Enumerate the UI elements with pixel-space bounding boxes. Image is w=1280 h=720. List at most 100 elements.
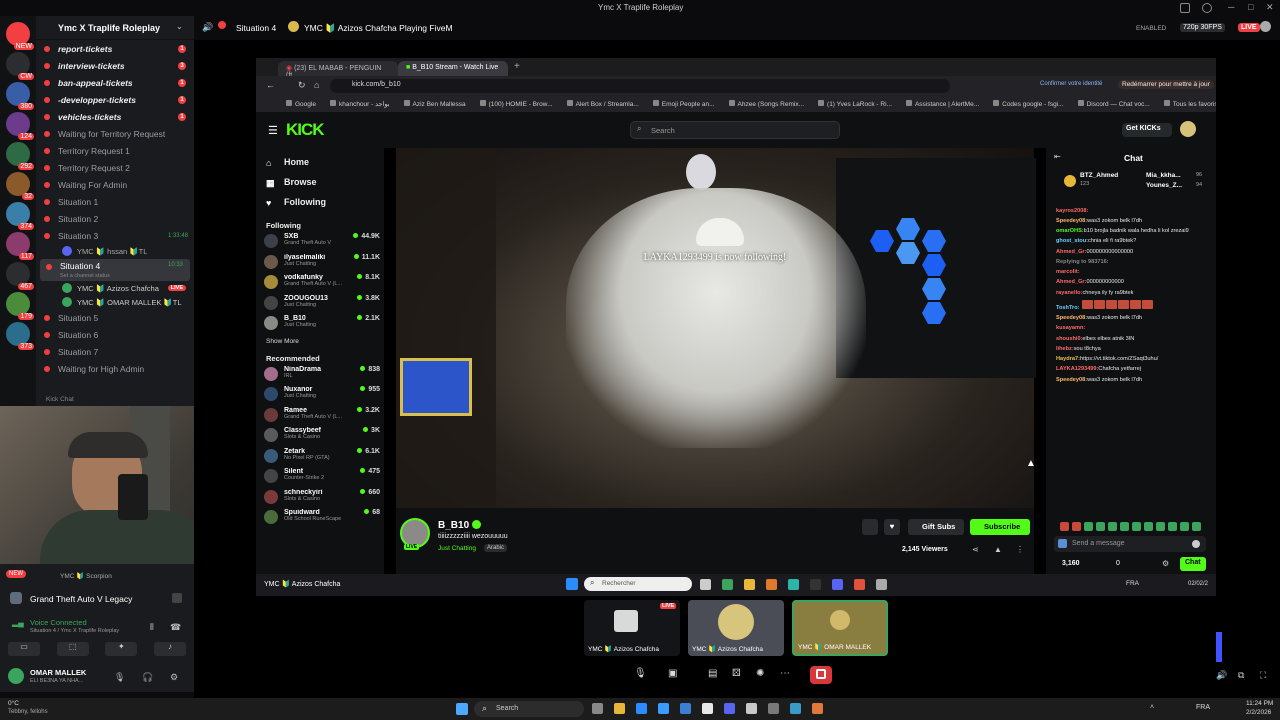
headset-icon[interactable]: 🎧 — [142, 672, 153, 683]
member-name[interactable]: YMC 🔰 Scorpion — [60, 572, 112, 580]
channel-list-item[interactable]: ilyaselmaliki Just Chatting 11.1K — [256, 253, 384, 274]
voice-member[interactable]: YMC 🔰 Azizos Chafcha LIVE — [36, 281, 194, 295]
clock-time[interactable]: 11:24 PM — [1246, 700, 1273, 707]
server-icon[interactable]: 380 — [6, 82, 34, 110]
chat-input[interactable]: Send a message — [1054, 536, 1206, 552]
collapse-chat-icon[interactable]: ⇤ — [1054, 152, 1061, 161]
channel-item[interactable]: Situation 3 1:33:48 — [36, 227, 194, 244]
emoji-icon[interactable] — [1058, 539, 1067, 548]
channel-list-item[interactable]: NinaDrama IRL 838 — [256, 365, 384, 386]
participant-tile[interactable]: YMC 🔰 Azizos Chafcha — [688, 600, 784, 656]
taskbar-app-icon[interactable] — [746, 703, 757, 714]
new-tab-button[interactable]: + — [514, 61, 520, 72]
gift-subs-button[interactable]: Gift Subs — [908, 519, 964, 535]
notify-bell-icon[interactable] — [862, 519, 878, 535]
server-icon[interactable]: 124 — [6, 112, 34, 140]
voice-location[interactable]: Situation 4 / Ymc X Traplife Roleplay — [30, 628, 119, 634]
more-icon[interactable]: ⋮ — [1016, 545, 1024, 554]
disconnect-icon[interactable]: ☎ — [170, 622, 181, 633]
fullscreen-icon[interactable]: ⛶ — [1260, 670, 1266, 681]
identity-prompt[interactable]: Confirmer votre identité — [1040, 81, 1102, 87]
soundboard-icon[interactable]: ✺ — [756, 668, 764, 679]
emote-icon[interactable] — [1084, 522, 1093, 531]
chat-username[interactable]: marcolit: — [1056, 269, 1080, 275]
soundboard-button[interactable]: ♪ — [153, 642, 186, 656]
nav-browse[interactable]: ▦ Browse — [256, 172, 384, 192]
channel-item[interactable]: vehicles-tickets 1 — [36, 108, 194, 125]
noise-icon[interactable]: ⫴ — [150, 622, 154, 633]
emote-icon[interactable] — [1192, 522, 1201, 531]
category-link[interactable]: Just Chatting — [438, 545, 476, 552]
subscribe-button[interactable]: Subscribe — [970, 519, 1030, 535]
chat-username[interactable]: Ahmed_Gr: — [1056, 249, 1086, 255]
server-icon[interactable]: 32 — [6, 172, 34, 200]
emote-icon[interactable] — [1096, 522, 1105, 531]
menu-icon[interactable]: ☰ — [268, 124, 278, 137]
close-button[interactable]: ✕ — [1266, 2, 1274, 13]
stream-video[interactable]: LAYKA1293499 is now following! ▲ — [396, 148, 1036, 508]
channel-list-item[interactable]: B_B10 Just Chatting 2.1K — [256, 314, 384, 335]
bookmark-item[interactable]: Assistance | AlertMe... — [905, 100, 979, 108]
chat-username[interactable]: Speedey08: — [1056, 218, 1087, 224]
user-name[interactable]: OMAR MALLEK — [30, 668, 86, 677]
chat-username[interactable]: Speedey08: — [1056, 377, 1087, 383]
screen-share-icon[interactable]: ▤ — [708, 668, 717, 679]
channel-item[interactable]: ban-appeal-tickets 1 — [36, 74, 194, 91]
channel-item[interactable]: report-tickets 1 — [36, 40, 194, 57]
chat-username[interactable]: Ahmed_Gr: — [1056, 279, 1086, 285]
channel-list-item[interactable]: ZOOUGOU13 Just Chatting 3.8K — [256, 294, 384, 315]
chat-username[interactable]: kayros2008: — [1056, 208, 1088, 214]
chat-send-button[interactable]: Chat — [1180, 557, 1206, 571]
activities-icon[interactable]: ⚄ — [732, 668, 741, 679]
bookmark-item[interactable]: Ahzee (Songs Remix... — [728, 100, 804, 108]
nav-following[interactable]: ♥ Following — [256, 192, 384, 212]
bookmark-item[interactable]: Google — [286, 100, 316, 108]
nav-home[interactable]: ⌂ Home — [256, 152, 384, 172]
more-icon[interactable]: ⋯ — [780, 668, 790, 679]
chat-username[interactable]: lihebz: — [1056, 346, 1074, 352]
participant-tile[interactable]: LIVE YMC 🔰 Azizos Chafcha — [584, 600, 680, 656]
channel-item[interactable]: interview-tickets 3 — [36, 57, 194, 74]
channel-item[interactable]: Waiting For Admin — [36, 176, 194, 193]
voice-member[interactable]: YMC 🔰 hssan 🔰TL — [36, 244, 194, 258]
address-input[interactable]: kick.com/b_b10 — [330, 79, 950, 93]
mic-icon[interactable]: 🎙 — [634, 668, 647, 679]
chat-username[interactable]: Replying to 983716: — [1056, 259, 1109, 265]
quality-badge[interactable]: 720p 30FPS — [1180, 23, 1225, 32]
inbox-icon[interactable] — [1180, 3, 1190, 13]
points-balance[interactable]: 3,160 — [1062, 560, 1080, 567]
channel-list-item[interactable]: Silent Counter-Strike 2 475 — [256, 467, 384, 488]
taskbar-app-icon[interactable] — [812, 703, 823, 714]
channel-list-item[interactable]: Nuxanor Just Chatting 955 — [256, 385, 384, 406]
back-icon[interactable]: ← — [266, 80, 275, 90]
channel-situation-4[interactable]: Situation 4 Set a channel status 10:33 — [40, 259, 190, 281]
game-settings-icon[interactable] — [172, 593, 182, 603]
language-tag[interactable]: Arabic — [484, 544, 508, 552]
volume-icon[interactable]: 🔊 — [1216, 670, 1227, 681]
maximize-button[interactable]: □ — [1248, 2, 1253, 12]
screen-share-button[interactable]: ⬚ — [56, 642, 89, 656]
taskbar-app-icon[interactable] — [614, 703, 625, 714]
participant-tile[interactable]: YMC 🔰 OMAR MALLEK — [792, 600, 888, 656]
chat-username[interactable]: LAYKA1293499: — [1056, 366, 1098, 372]
taskbar-app-icon[interactable] — [592, 703, 603, 714]
language-indicator[interactable]: FRA — [1196, 704, 1210, 711]
report-icon[interactable]: ▲ — [994, 545, 1002, 554]
chevron-up-icon[interactable]: ˄ — [1150, 704, 1154, 711]
channel-list-item[interactable]: Spuidward Old School RuneScape 68 — [256, 508, 384, 529]
kicks-balance[interactable]: 0 — [1116, 560, 1120, 567]
help-icon[interactable] — [1202, 3, 1212, 13]
emote-icon[interactable] — [1132, 522, 1141, 531]
taskbar-app-icon[interactable] — [636, 703, 647, 714]
share-icon[interactable]: ⋖ — [972, 545, 979, 554]
smile-icon[interactable] — [1192, 540, 1200, 548]
tab-kick[interactable]: ■ B_B10 Stream - Watch Live — [398, 61, 508, 76]
chat-username[interactable]: rayanello: — [1056, 290, 1082, 296]
server-icon[interactable]: NEW — [6, 22, 34, 50]
clock-date[interactable]: 2/2/2026 — [1246, 709, 1271, 716]
camera-button[interactable]: ▭ — [8, 642, 40, 656]
channel-item[interactable]: Territory Request 2 — [36, 159, 194, 176]
chat-username[interactable]: Speedey08: — [1056, 315, 1087, 321]
channel-item[interactable]: Situation 6 — [36, 326, 194, 343]
chat-username[interactable]: omarOHS: — [1056, 228, 1084, 234]
